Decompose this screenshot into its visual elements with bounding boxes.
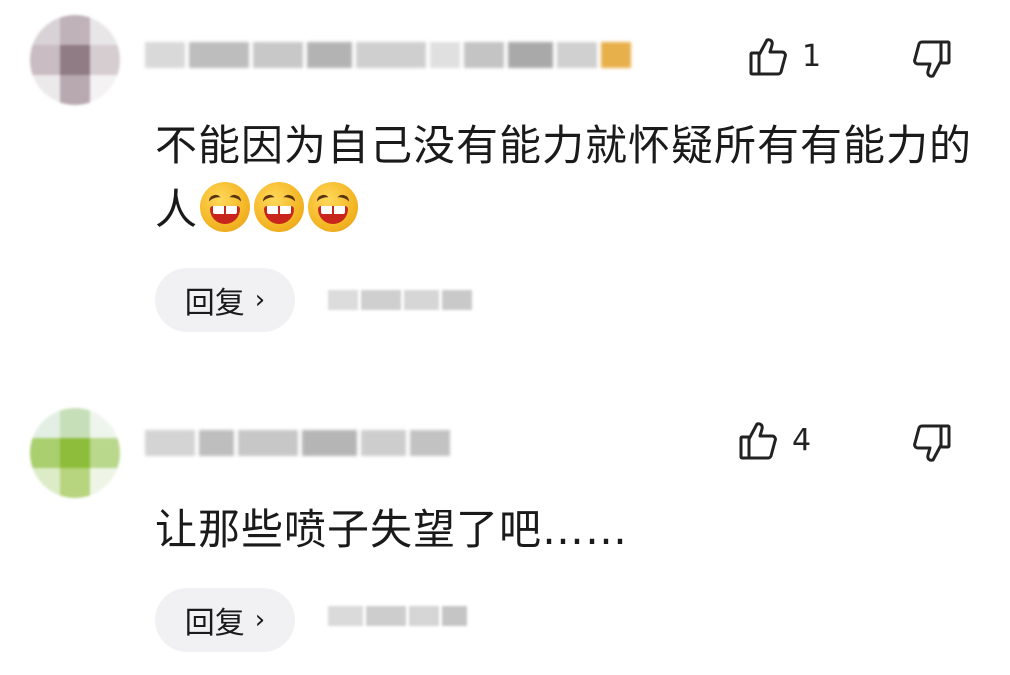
emoji-row — [200, 181, 359, 232]
reply-label: 回复 — [184, 286, 245, 321]
like-count: 4 — [792, 423, 812, 458]
reply-button[interactable]: 回复 › — [155, 588, 295, 652]
laughing-emoji-icon — [308, 181, 359, 232]
comment-text: 让那些喷子失望了吧…… — [155, 498, 975, 562]
laughing-emoji-icon — [200, 181, 251, 232]
like-count: 1 — [802, 39, 822, 74]
comment-item: 1 不能因为自己没有能力就怀疑所有有能力的人 回复 › — [0, 0, 1010, 370]
comment-body: 让那些喷子失望了吧…… — [155, 505, 629, 554]
chevron-right-icon: › — [254, 285, 266, 315]
like-group: 4 — [738, 420, 811, 462]
thumbs-down-icon[interactable] — [912, 422, 952, 464]
thumbs-down-icon[interactable] — [912, 38, 952, 80]
like-group: 1 — [748, 36, 821, 78]
username[interactable] — [145, 425, 450, 461]
comment-item: 4 让那些喷子失望了吧…… 回复 › — [0, 380, 1010, 675]
reply-label: 回复 — [184, 606, 245, 641]
comment-text: 不能因为自己没有能力就怀疑所有有能力的人 — [155, 114, 975, 242]
username[interactable] — [145, 37, 631, 73]
avatar[interactable] — [30, 15, 120, 105]
thumbs-up-icon[interactable] — [738, 420, 778, 462]
avatar[interactable] — [30, 408, 120, 498]
timestamp — [328, 290, 472, 310]
chevron-right-icon: › — [254, 605, 266, 635]
reply-button[interactable]: 回复 › — [155, 268, 295, 332]
thumbs-up-icon[interactable] — [748, 36, 788, 78]
laughing-emoji-icon — [254, 181, 305, 232]
timestamp — [328, 606, 467, 626]
